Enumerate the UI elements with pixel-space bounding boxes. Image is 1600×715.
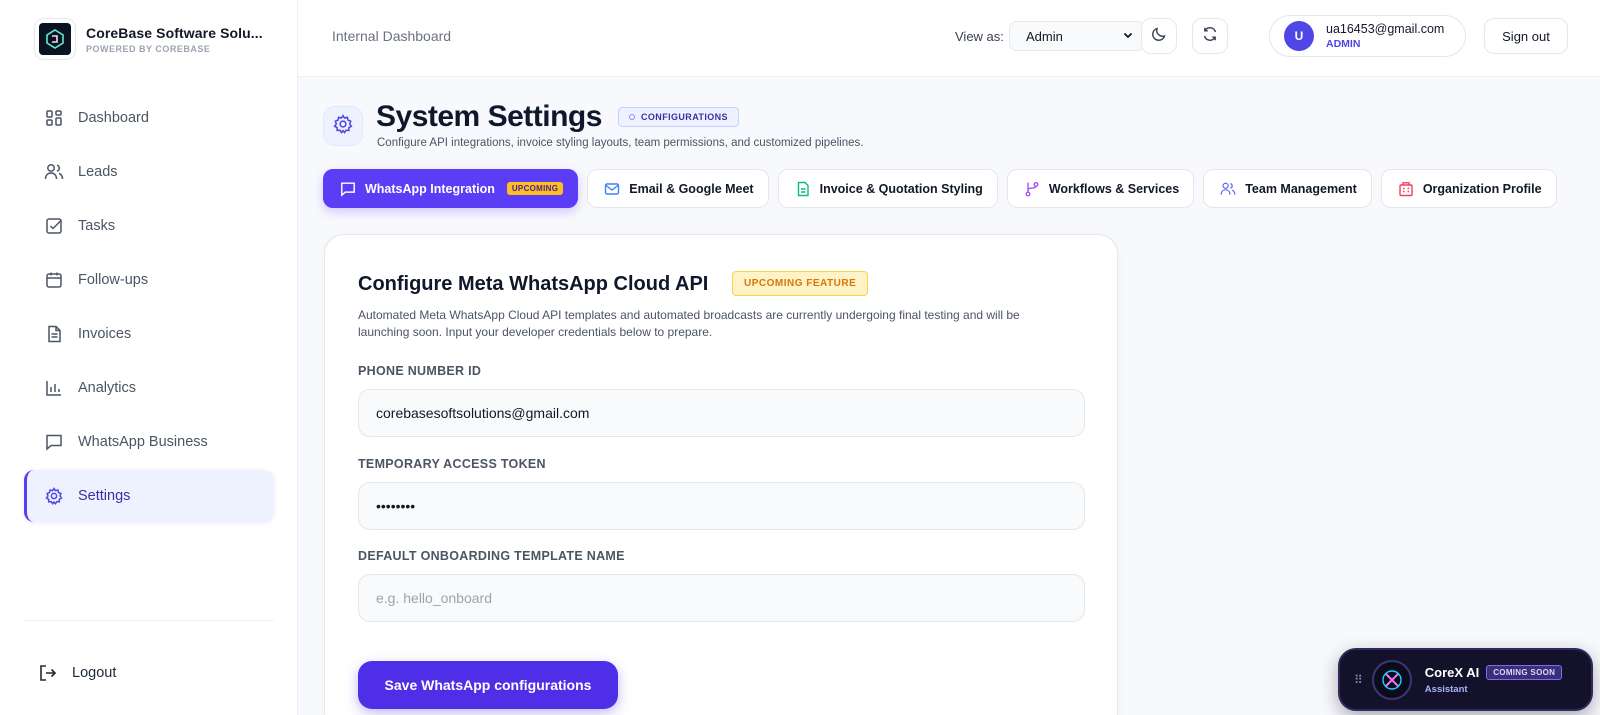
header-title: Internal Dashboard xyxy=(332,28,452,44)
sidebar-item-label: Leads xyxy=(78,164,118,180)
file-icon xyxy=(795,181,811,197)
template-name-field[interactable] xyxy=(358,574,1085,622)
dot-icon xyxy=(629,114,635,120)
settings-tabs: WhatsApp Integration UPCOMING Email & Go… xyxy=(323,169,1566,208)
message-icon xyxy=(340,181,356,197)
sidebar-item-follow-ups[interactable]: Follow-ups xyxy=(24,254,274,306)
tab-label: Team Management xyxy=(1245,181,1357,196)
chevron-down-icon xyxy=(1122,29,1134,44)
building-icon xyxy=(1398,181,1414,197)
tab-whatsapp-integration[interactable]: WhatsApp Integration UPCOMING xyxy=(323,169,579,208)
sidebar-item-label: Invoices xyxy=(78,326,132,342)
tab-label: WhatsApp Integration xyxy=(365,181,495,196)
tab-invoice-quotation-styling[interactable]: Invoice & Quotation Styling xyxy=(777,169,998,208)
view-as-label: View as: xyxy=(955,29,1004,44)
card-description: Automated Meta WhatsApp Cloud API templa… xyxy=(358,308,1020,339)
tab-workflows-services[interactable]: Workflows & Services xyxy=(1006,169,1195,208)
brand[interactable]: CoreBase Software Solu... POWERED BY COR… xyxy=(34,18,263,60)
sidebar-item-label: Analytics xyxy=(78,380,137,396)
logout-icon xyxy=(38,662,60,684)
page-subtitle: Configure API integrations, invoice styl… xyxy=(377,137,864,149)
brand-name: CoreBase Software Solu... xyxy=(86,24,263,41)
sidebar-item-dashboard[interactable]: Dashboard xyxy=(24,92,274,144)
user-profile-chip[interactable]: U ua16453@gmail.com ADMIN xyxy=(1269,15,1466,57)
sidebar-item-analytics[interactable]: Analytics xyxy=(24,362,274,414)
sidebar-item-label: WhatsApp Business xyxy=(78,434,208,450)
sidebar-item-leads[interactable]: Leads xyxy=(24,146,274,198)
assistant-subtitle: Assistant xyxy=(1424,683,1468,695)
phone-number-id-label: PHONE NUMBER ID xyxy=(358,364,482,378)
sidebar-item-settings[interactable]: Settings xyxy=(24,470,274,522)
brand-subtitle: POWERED BY COREBASE xyxy=(86,43,211,54)
tab-label: Workflows & Services xyxy=(1048,181,1180,196)
access-token-field[interactable] xyxy=(358,482,1085,530)
drag-handle-icon[interactable]: ⠿ xyxy=(1354,673,1363,687)
avatar: U xyxy=(1284,21,1314,51)
view-as-select[interactable]: Admin xyxy=(1009,21,1145,51)
moon-icon xyxy=(1151,26,1167,47)
coming-soon-badge: COMING SOON xyxy=(1486,664,1563,680)
view-as-value: Admin xyxy=(1026,28,1063,44)
corex-logo xyxy=(1371,659,1412,700)
message-icon xyxy=(44,432,64,452)
sidebar-item-tasks[interactable]: Tasks xyxy=(24,200,274,252)
sign-out-button[interactable]: Sign out xyxy=(1484,18,1568,54)
upcoming-badge: UPCOMING xyxy=(506,182,564,195)
sidebar-divider xyxy=(24,620,274,621)
users-icon xyxy=(44,162,64,182)
refresh-button[interactable] xyxy=(1192,18,1228,54)
sidebar-item-invoices[interactable]: Invoices xyxy=(24,308,274,360)
corex-ai-widget[interactable]: ⠿ CoreX AI COMING SOON Assistant xyxy=(1338,648,1593,711)
document-icon xyxy=(44,324,64,344)
access-token-label: TEMPORARY ACCESS TOKEN xyxy=(358,457,546,471)
grid-icon xyxy=(44,108,64,128)
template-name-label: DEFAULT ONBOARDING TEMPLATE NAME xyxy=(358,549,625,563)
tab-label: Email & Google Meet xyxy=(629,181,754,196)
sidebar-item-label: Tasks xyxy=(78,218,116,234)
sidebar-nav: Dashboard Leads Tasks Follow-ups Invoice… xyxy=(24,92,274,524)
top-header: Internal Dashboard View as: Admin U ua16… xyxy=(298,0,1600,77)
sidebar-item-label: Dashboard xyxy=(78,110,149,126)
user-role: ADMIN xyxy=(1326,38,1361,50)
whatsapp-config-card: Configure Meta WhatsApp Cloud API UPCOMI… xyxy=(324,234,1118,715)
assistant-name: CoreX AI xyxy=(1424,664,1480,680)
settings-page-icon xyxy=(323,106,363,146)
logout-label: Logout xyxy=(72,665,117,681)
gear-icon xyxy=(44,486,64,506)
tab-team-management[interactable]: Team Management xyxy=(1203,169,1372,208)
page-title: System Settings xyxy=(376,100,602,133)
mail-icon xyxy=(604,181,620,197)
checkbox-icon xyxy=(44,216,64,236)
branch-icon xyxy=(1024,181,1040,197)
tab-email-google-meet[interactable]: Email & Google Meet xyxy=(587,169,769,208)
tab-label: Invoice & Quotation Styling xyxy=(819,181,983,196)
team-icon xyxy=(1220,181,1236,197)
configurations-badge-label: CONFIGURATIONS xyxy=(641,112,728,122)
sidebar-item-whatsapp-business[interactable]: WhatsApp Business xyxy=(24,416,274,468)
bar-chart-icon xyxy=(44,378,64,398)
theme-toggle-button[interactable] xyxy=(1141,18,1177,54)
refresh-icon xyxy=(1202,26,1218,47)
brand-logo xyxy=(34,18,76,60)
configurations-badge: CONFIGURATIONS xyxy=(618,107,739,127)
upcoming-feature-badge: UPCOMING FEATURE xyxy=(732,271,869,296)
user-email: ua16453@gmail.com xyxy=(1326,22,1445,36)
tab-organization-profile[interactable]: Organization Profile xyxy=(1380,169,1557,208)
card-title: Configure Meta WhatsApp Cloud API xyxy=(358,273,709,295)
calendar-icon xyxy=(44,270,64,290)
sidebar: CoreBase Software Solu... POWERED BY COR… xyxy=(0,0,298,715)
sidebar-item-label: Settings xyxy=(78,488,131,504)
phone-number-id-field[interactable] xyxy=(358,389,1085,437)
sidebar-item-label: Follow-ups xyxy=(78,272,149,288)
tab-label: Organization Profile xyxy=(1422,181,1542,196)
save-whatsapp-config-button[interactable]: Save WhatsApp configurations xyxy=(358,661,618,709)
logout-button[interactable]: Logout xyxy=(38,662,116,684)
gear-icon xyxy=(333,113,353,139)
